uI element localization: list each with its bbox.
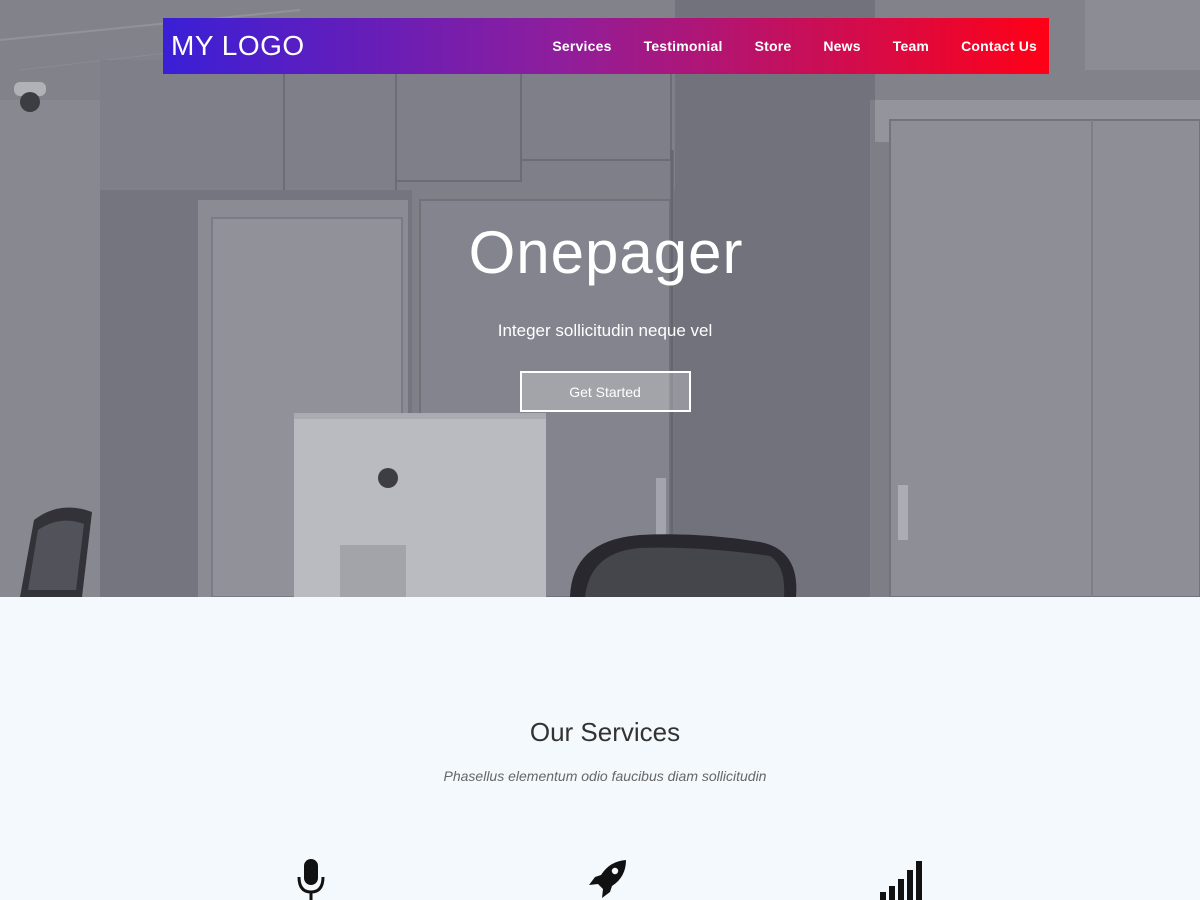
hero-subtitle: Integer sollicitudin neque vel (497, 321, 713, 340)
services-subtitle: Phasellus elementum odio faucibus diam s… (443, 768, 767, 784)
hero-title: Onepager (468, 219, 744, 286)
services-section: Our Services Phasellus elementum odio fa… (0, 597, 1200, 900)
logo[interactable]: MY LOGO (171, 30, 305, 62)
signal-bars-icon (880, 861, 922, 900)
nav-link-news[interactable]: News (807, 38, 876, 54)
service-icons-row (0, 859, 1200, 900)
get-started-button[interactable]: Get Started (519, 371, 691, 412)
microphone-icon (297, 859, 325, 900)
hero-section: MY LOGO Services Testimonial Store News … (0, 0, 1200, 597)
nav-link-team[interactable]: Team (877, 38, 945, 54)
navbar: MY LOGO Services Testimonial Store News … (163, 18, 1049, 74)
nav-links: Services Testimonial Store News Team Con… (536, 38, 1037, 54)
nav-link-testimonial[interactable]: Testimonial (628, 38, 739, 54)
rocket-icon (589, 860, 626, 898)
hero-content: Onepager Integer sollicitudin neque vel … (0, 218, 1200, 412)
nav-link-services[interactable]: Services (536, 38, 627, 54)
nav-link-store[interactable]: Store (739, 38, 808, 54)
services-title: Our Services (529, 717, 681, 747)
nav-link-contact-us[interactable]: Contact Us (945, 38, 1037, 54)
